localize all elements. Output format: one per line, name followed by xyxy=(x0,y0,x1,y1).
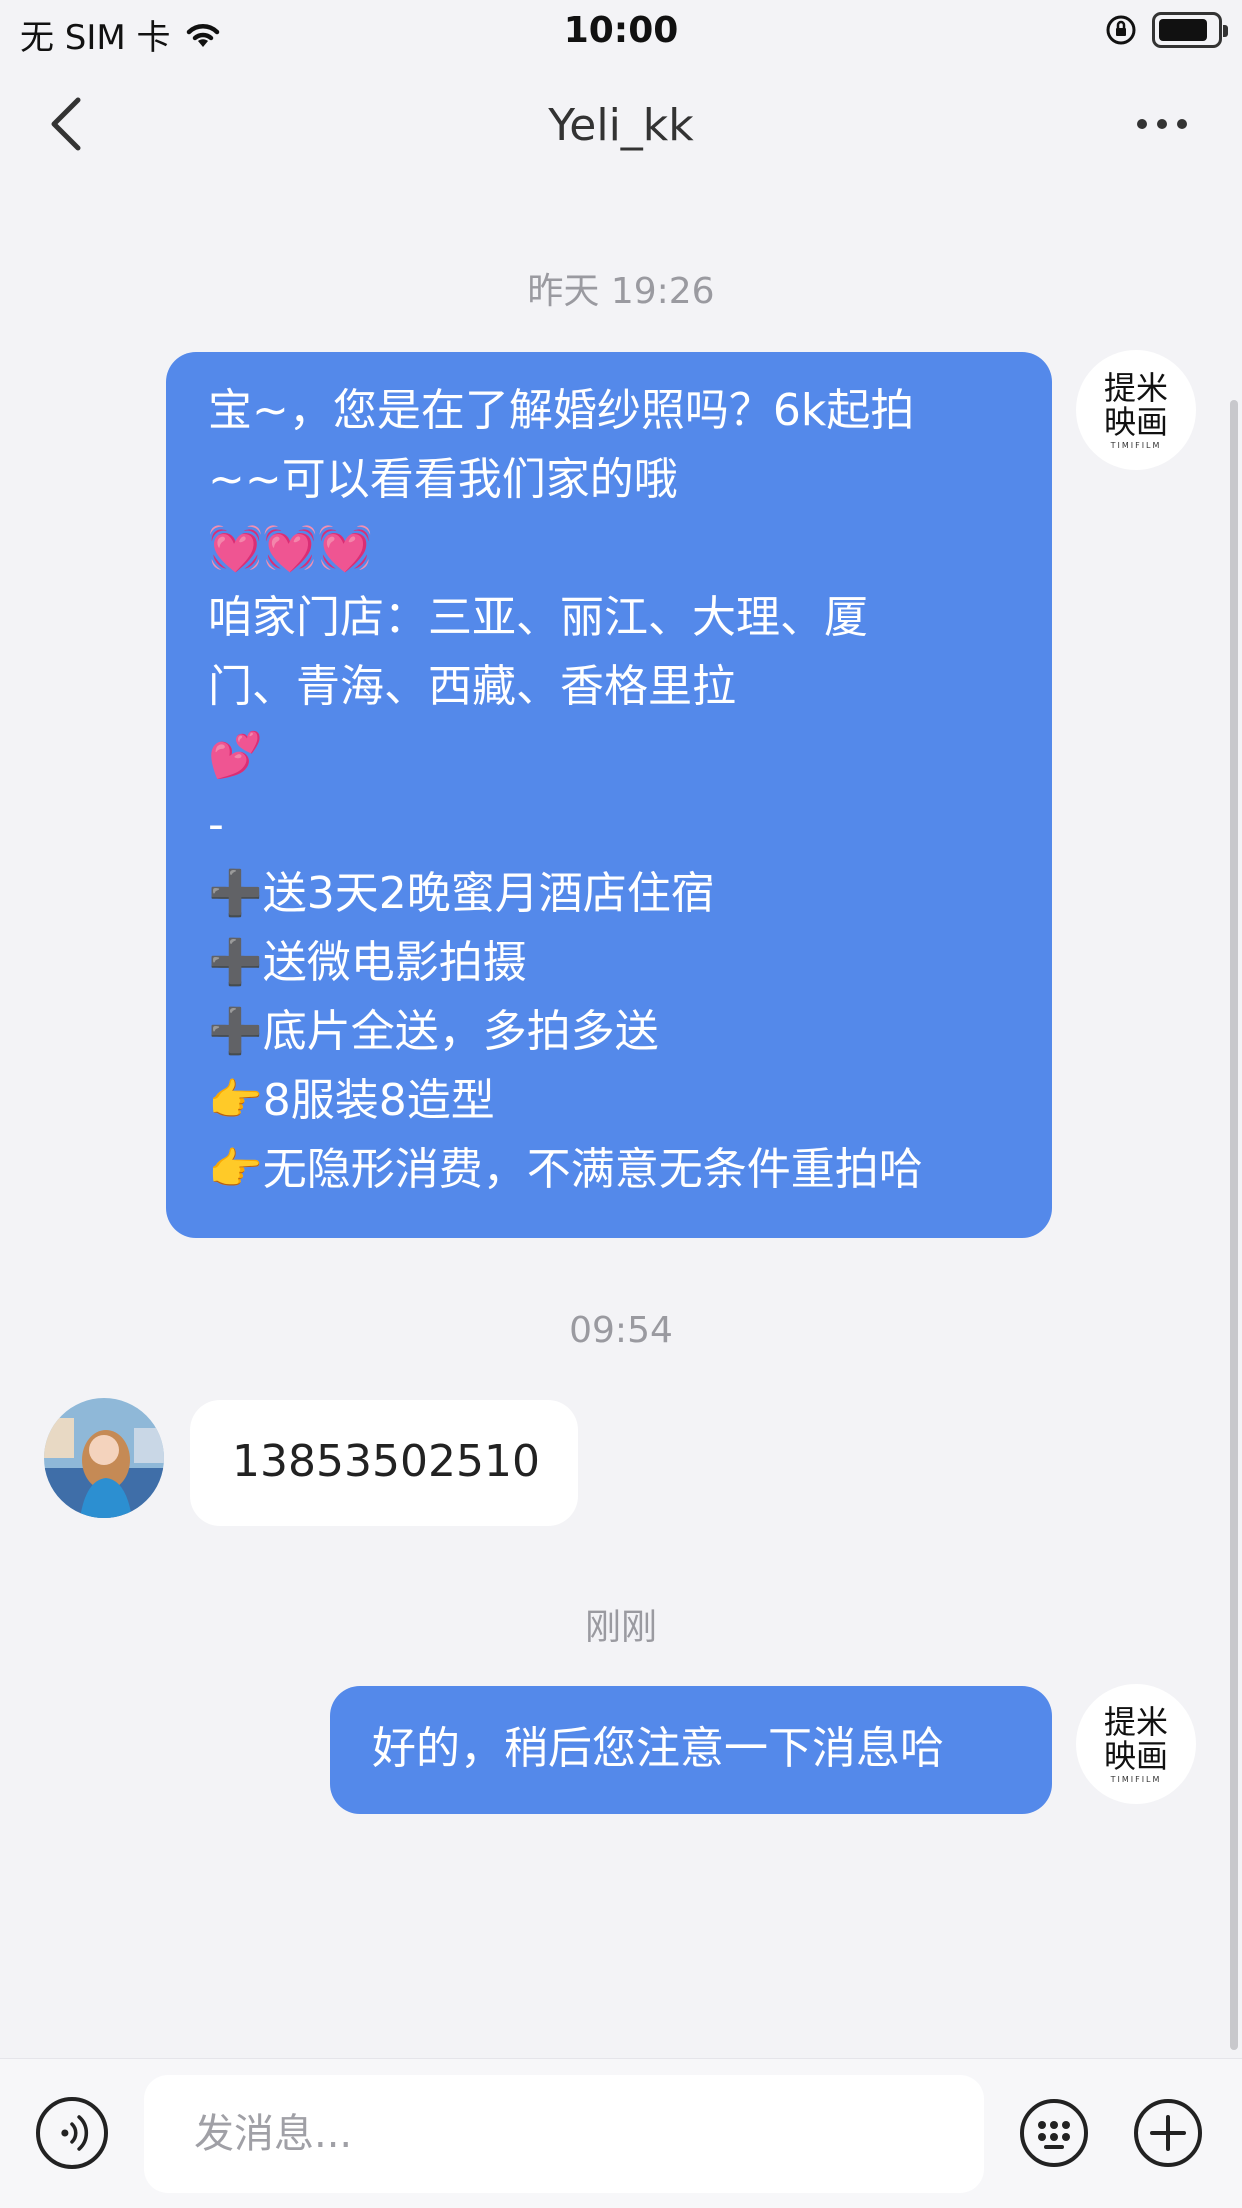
message-line: 👉无隐形消费，不满意无条件重拍哈 xyxy=(208,1144,923,1195)
user-photo-icon xyxy=(44,1398,164,1518)
message-line: ➕送微电影拍摄 xyxy=(208,937,527,988)
message-text: 好的，稍后您注意一下消息哈 xyxy=(372,1723,944,1774)
message-line: 💕 xyxy=(208,730,263,781)
message-timestamp: 09:54 xyxy=(569,1310,673,1351)
message-line: 👉8服装8造型 xyxy=(208,1075,495,1126)
avatar[interactable] xyxy=(44,1398,164,1518)
incoming-message-bubble[interactable]: 13853502510 xyxy=(190,1400,578,1526)
outgoing-message-bubble[interactable]: 好的，稍后您注意一下消息哈 xyxy=(330,1686,1052,1814)
chat-title: Yeli_kk xyxy=(548,100,694,151)
message-line: 💓💓💓 xyxy=(208,523,373,574)
message-text: 13853502510 xyxy=(232,1436,540,1487)
message-line: 宝~，您是在了解婚纱照吗？6k起拍 xyxy=(208,385,915,436)
outgoing-message-bubble[interactable]: 宝~，您是在了解婚纱照吗？6k起拍 ~~可以看看我们家的哦 💓💓💓 咱家门店：三… xyxy=(166,352,1052,1238)
avatar-logo-text: 提米映画 xyxy=(1103,368,1168,441)
plus-icon[interactable] xyxy=(1132,2097,1204,2169)
status-right xyxy=(1104,12,1228,48)
battery-icon xyxy=(1152,12,1228,48)
message-line: ➕送3天2晚蜜月酒店住宿 xyxy=(208,868,715,919)
message-line: 咱家门店：三亚、丽江、大理、厦 xyxy=(208,592,868,643)
message-timestamp: 刚刚 xyxy=(584,1607,657,1648)
input-bar xyxy=(0,2058,1242,2208)
message-input[interactable] xyxy=(144,2075,984,2193)
message-timestamp: 昨天 19:26 xyxy=(527,271,715,312)
status-bar: 无 SIM 卡 10:00 xyxy=(0,0,1242,64)
message-line: - xyxy=(208,799,224,850)
message-line: 门、青海、西藏、香格里拉 xyxy=(208,661,736,712)
more-dots-icon[interactable] xyxy=(1132,104,1192,144)
avatar[interactable]: 提米映画 TIMIFILM xyxy=(1076,1684,1196,1804)
emoji-icon[interactable] xyxy=(1018,2097,1090,2169)
status-time: 10:00 xyxy=(563,10,679,51)
message-line: ~~可以看看我们家的哦 xyxy=(208,454,678,505)
avatar[interactable]: 提米映画 TIMIFILM xyxy=(1076,350,1196,470)
avatar-logo-subtext: TIMIFILM xyxy=(1110,440,1162,450)
avatar-logo-subtext: TIMIFILM xyxy=(1110,1774,1162,1784)
avatar-logo-text: 提米映画 xyxy=(1103,1702,1168,1775)
orientation-lock-icon xyxy=(1106,15,1136,45)
scrollbar[interactable] xyxy=(1230,400,1238,2050)
voice-icon[interactable] xyxy=(36,2097,108,2169)
message-line: ➕底片全送，多拍多送 xyxy=(208,1006,659,1057)
nav-bar: Yeli_kk xyxy=(0,64,1242,186)
